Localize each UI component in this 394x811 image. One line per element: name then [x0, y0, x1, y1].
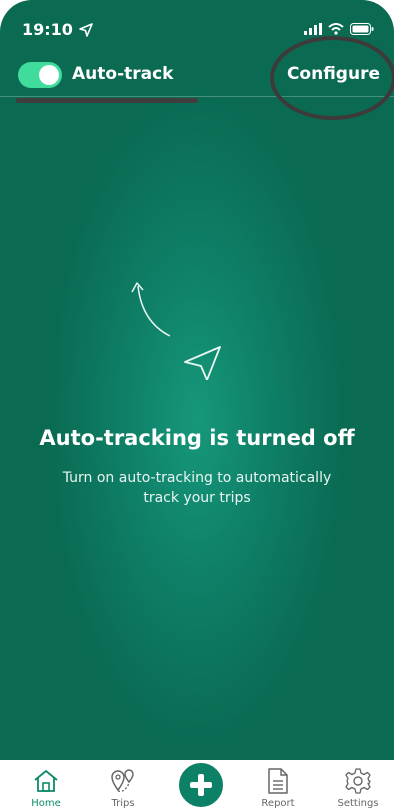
- battery-icon: [350, 23, 374, 35]
- report-icon: [268, 768, 288, 794]
- trips-icon: [111, 769, 134, 792]
- gear-icon: [345, 768, 371, 794]
- toggle-knob: [39, 65, 59, 85]
- tab-home[interactable]: Home: [11, 766, 81, 809]
- signal-icon: [304, 23, 322, 35]
- plus-icon: [190, 774, 212, 796]
- home-icon: [34, 770, 58, 792]
- circle-annotation: [270, 36, 394, 120]
- tab-report[interactable]: Report: [243, 766, 313, 809]
- empty-state-title: Auto-tracking is turned off: [39, 426, 355, 450]
- tab-trips[interactable]: Trips: [88, 766, 158, 809]
- tab-trips-label: Trips: [111, 798, 135, 809]
- curved-arrow-icon: [131, 282, 171, 337]
- navigation-arrow-icon: [184, 346, 221, 380]
- underline-annotation: [16, 98, 198, 103]
- tab-settings-label: Settings: [337, 798, 379, 809]
- auto-track-toggle[interactable]: [18, 62, 62, 88]
- status-time: 19:10: [22, 20, 73, 39]
- auto-track-label: Auto-track: [72, 64, 174, 84]
- location-arrow-icon: [79, 22, 93, 37]
- tab-settings[interactable]: Settings: [323, 766, 393, 809]
- wifi-icon: [328, 23, 344, 35]
- status-icons: [304, 23, 374, 35]
- empty-state-subtitle: Turn on auto-tracking to automatically t…: [62, 470, 332, 506]
- add-trip-button[interactable]: [176, 760, 226, 810]
- home-screen: 19:10 Auto-track Configure Auto-tracking…: [0, 0, 394, 760]
- tab-report-label: Report: [261, 798, 295, 809]
- tab-home-label: Home: [31, 798, 61, 809]
- auto-track-illustration: [131, 282, 221, 380]
- status-time-wrap: 19:10: [22, 20, 93, 39]
